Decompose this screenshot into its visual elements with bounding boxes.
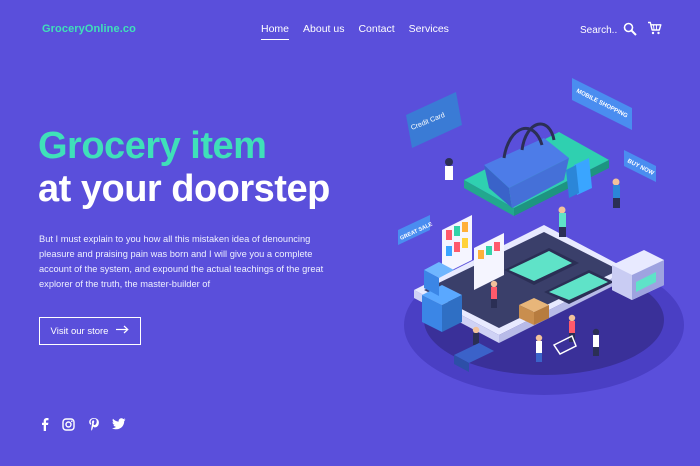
nav-about-us[interactable]: About us [303, 23, 344, 35]
search-label: Search.. [580, 25, 618, 36]
hero-title-line2: at your doorstep [38, 168, 330, 210]
buy-now-sign: BUY NOW [624, 150, 656, 182]
twitter-icon[interactable] [112, 418, 126, 430]
pinterest-icon[interactable] [88, 417, 99, 431]
search-button[interactable]: Search.. [580, 22, 637, 39]
credit-card-sign: Credit Card [406, 92, 462, 148]
instagram-icon[interactable] [62, 417, 75, 431]
nav-services[interactable]: Services [409, 23, 449, 35]
visit-store-button[interactable]: Visit our store [39, 317, 141, 345]
great-sale-sign: GREAT SALE [398, 215, 434, 245]
nav-home[interactable]: Home [261, 23, 290, 40]
main-nav: Home About us Contact Services [261, 23, 449, 40]
visit-store-label: Visit our store [50, 325, 109, 337]
hero-title: Grocery item at your doorstep [38, 125, 330, 211]
grocery-illustration: Credit Card MOBILE SHOPPING BUY NOW GREA… [398, 78, 684, 395]
hero-title-line1: Grocery item [38, 125, 267, 167]
search-icon [623, 22, 637, 39]
arrow-right-icon [116, 325, 130, 337]
cart-icon[interactable] [647, 21, 662, 40]
mobile-shopping-sign: MOBILE SHOPPING [572, 78, 632, 130]
nav-contact[interactable]: Contact [358, 23, 394, 35]
social-links [40, 417, 126, 431]
brand-logo[interactable]: GroceryOnline.co [42, 23, 136, 35]
hero-description: But I must explain to you how all this m… [39, 234, 324, 289]
facebook-icon[interactable] [40, 417, 49, 431]
